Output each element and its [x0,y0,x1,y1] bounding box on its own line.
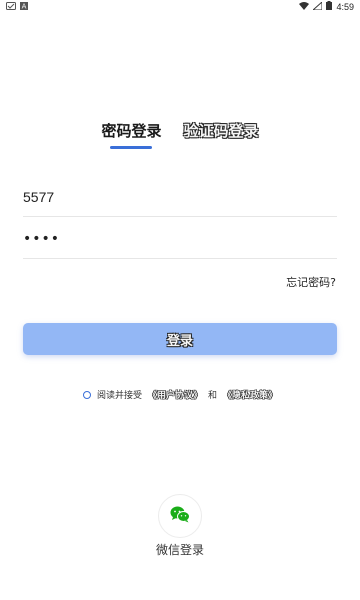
login-button[interactable]: 登录 [23,323,337,355]
status-time: 4:59 [336,2,354,12]
active-tab-indicator [110,146,153,149]
login-button-label: 登录 [166,333,193,349]
agreement-and: 和 [208,391,218,401]
agreement-row: 阅读并接受 《用户协议》和《隐私政策》 [0,388,360,401]
status-bar-right: 4:59 [299,0,354,13]
forgot-password-link[interactable]: 忘记密码? [286,274,336,290]
text-icon: A [20,1,28,13]
privacy-policy-link[interactable]: 《隐私政策》 [223,388,277,401]
username-field[interactable] [23,177,337,217]
tab-code-login-label: 验证码登录 [183,122,259,140]
user-agreement-link[interactable]: 《用户协议》 [148,388,202,401]
wifi-icon [299,1,310,13]
status-bar-left: A [6,1,28,13]
agree-radio-button[interactable] [82,390,91,399]
status-bar: A 4:59 [0,0,360,14]
tab-password-login[interactable]: 密码登录 [101,120,162,149]
login-screen: A 4:59 密码登录 验证码登录 •••• [0,0,360,600]
wechat-icon [170,506,190,527]
password-input[interactable]: •••• [23,231,60,247]
wechat-login-button[interactable] [158,494,202,538]
password-field[interactable]: •••• [23,219,337,259]
username-input[interactable] [23,188,337,205]
login-tabs: 密码登录 验证码登录 [0,120,360,149]
tab-code-login[interactable]: 验证码登录 [184,120,259,149]
svg-text:A: A [22,2,27,10]
signal-icon [312,0,323,13]
notification-icon [6,1,16,13]
wechat-login-label: 微信登录 [155,543,204,557]
tab-password-login-label: 密码登录 [101,122,162,140]
agreement-prefix: 阅读并接受 [96,391,142,401]
battery-icon [326,1,333,13]
